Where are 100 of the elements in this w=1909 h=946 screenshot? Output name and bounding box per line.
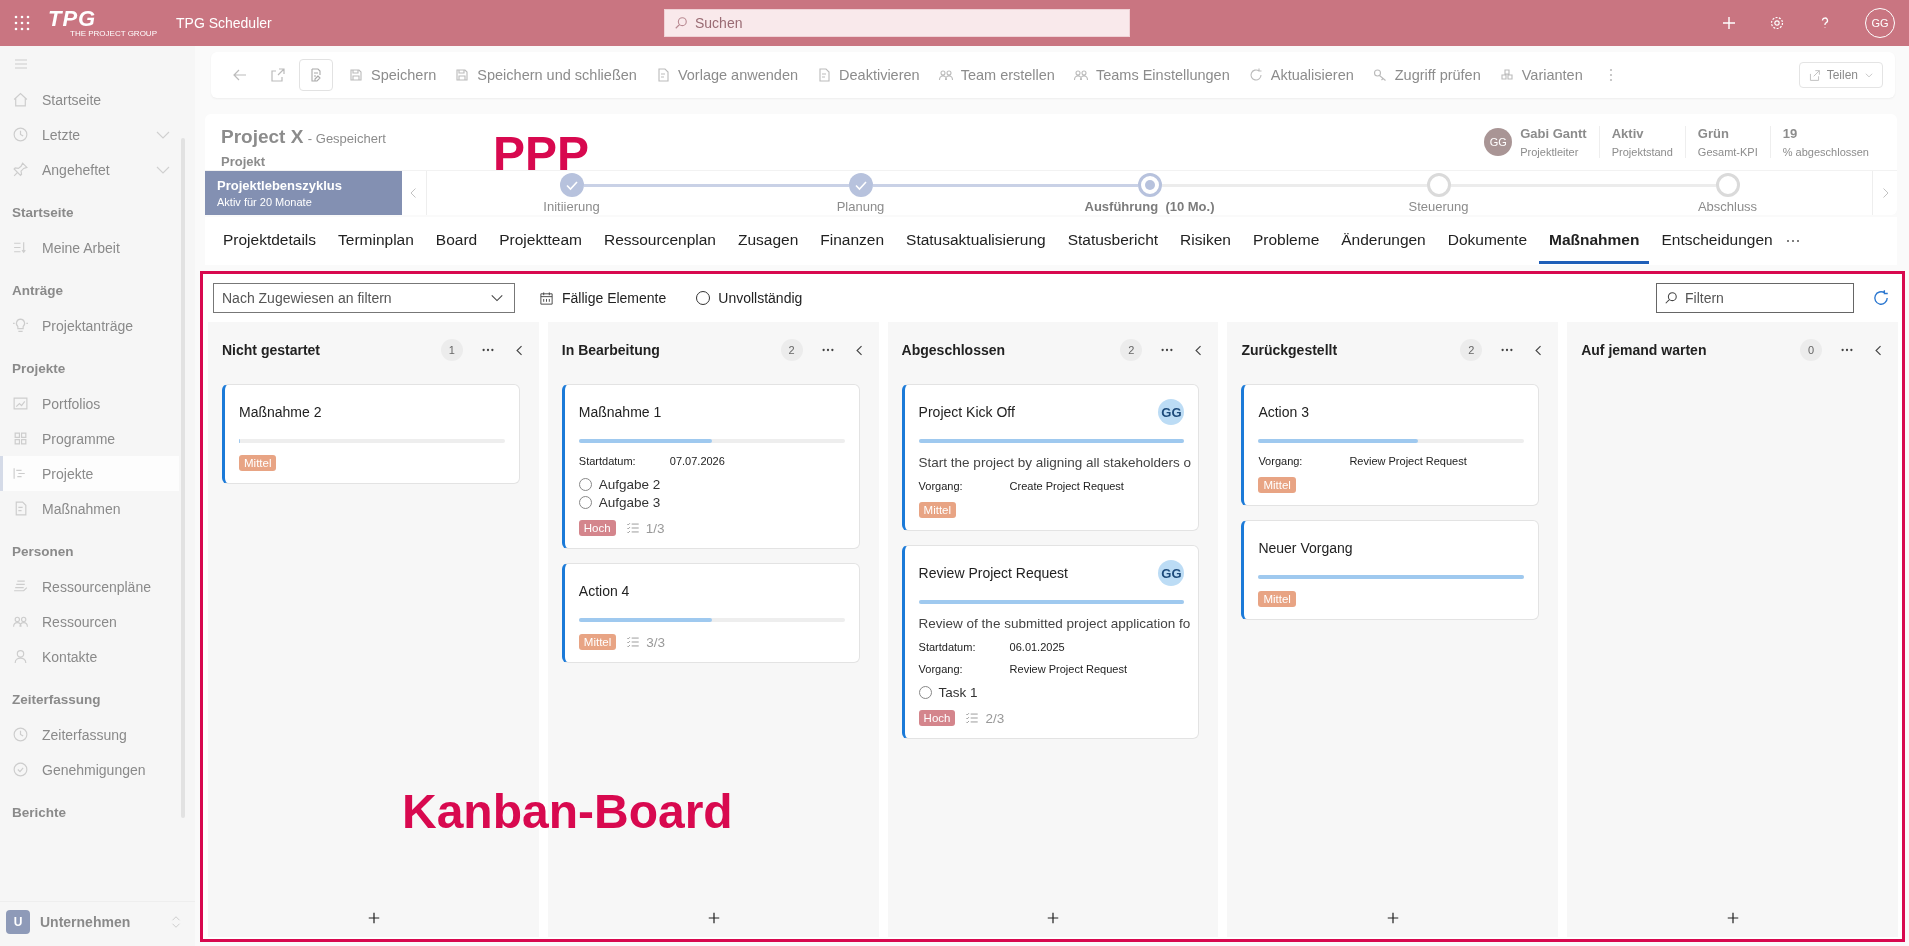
tab[interactable]: Maßnahmen bbox=[1539, 218, 1650, 264]
incomplete-toggle[interactable]: Unvollständig bbox=[690, 289, 809, 307]
tab[interactable]: Board bbox=[425, 218, 488, 264]
toolbar-button[interactable]: Speichern bbox=[341, 61, 444, 89]
tab[interactable]: Änderungen bbox=[1331, 218, 1436, 264]
stage-label[interactable]: Abschluss bbox=[1697, 199, 1758, 214]
annotation-label: PPP bbox=[493, 130, 590, 178]
column-title: In Bearbeitung bbox=[561, 342, 661, 358]
due-items-toggle[interactable]: Fällige Elemente bbox=[533, 289, 673, 307]
nav-item[interactable]: Kontakte bbox=[0, 639, 179, 674]
toolbar-button[interactable]: Aktualisieren bbox=[1240, 61, 1361, 89]
field-label: Vorgang: bbox=[1258, 455, 1304, 467]
area-switcher[interactable]: U Unternehmen bbox=[0, 901, 195, 946]
add-icon[interactable] bbox=[1726, 911, 1741, 925]
field-value: Create Project Request bbox=[1009, 480, 1124, 492]
task-card[interactable]: Maßnahme 2 Mittel bbox=[222, 384, 520, 484]
nav-item[interactable]: Genehmigungen bbox=[0, 752, 179, 787]
card-title: Project Kick Off bbox=[918, 404, 1015, 420]
stat-label: % abgeschlossen bbox=[1782, 146, 1869, 158]
field-value: 07.07.2026 bbox=[669, 455, 725, 467]
card-title: Maßnahme 1 bbox=[578, 404, 662, 420]
stage-label[interactable]: Planung bbox=[836, 199, 885, 214]
nav-item[interactable]: Angeheftet bbox=[0, 152, 179, 187]
tab[interactable]: Terminplan bbox=[328, 218, 424, 264]
share-icon bbox=[1807, 68, 1821, 82]
card-description: Review of the submitted project application fo bbox=[918, 616, 1192, 631]
toolbar-button[interactable]: Teams Einstellungen bbox=[1065, 61, 1237, 89]
toolbar-button[interactable]: Varianten bbox=[1491, 61, 1590, 89]
filter-field[interactable]: Filtern bbox=[1656, 283, 1854, 313]
tab[interactable]: Statusaktualisierung bbox=[896, 218, 1056, 264]
toolbar-button[interactable]: Team erstellen bbox=[930, 61, 1062, 89]
save-status: - Gespeichert bbox=[307, 131, 386, 146]
logo-subtitle: THE PROJECT GROUP bbox=[70, 30, 158, 38]
app-title: TPG Scheduler bbox=[176, 15, 273, 31]
tab[interactable]: Statusbericht bbox=[1057, 218, 1169, 264]
tab[interactable]: Entscheidungen bbox=[1651, 218, 1783, 264]
nav-item[interactable]: Programme bbox=[0, 421, 179, 456]
stat-value: Aktiv bbox=[1611, 126, 1645, 141]
nav-item[interactable]: Maßnahmen bbox=[0, 491, 179, 526]
nav-item[interactable]: Letzte bbox=[0, 117, 179, 152]
people-icon bbox=[937, 67, 954, 83]
tab[interactable]: Probleme bbox=[1242, 218, 1330, 264]
toolbar-button[interactable]: Deaktivieren bbox=[809, 61, 927, 89]
toolbar-button[interactable]: Speichern und schließen bbox=[447, 61, 644, 89]
column-title: Abgeschlossen bbox=[901, 342, 1007, 358]
add-icon[interactable] bbox=[366, 911, 381, 925]
task-card[interactable]: Action 3 Vorgang: Review Project Request Mittel bbox=[1241, 384, 1540, 506]
nav-section-heading: Berichte bbox=[11, 804, 68, 822]
priority-tag: Mittel bbox=[1258, 591, 1296, 607]
tab[interactable]: Zusagen bbox=[727, 218, 809, 264]
refresh-icon[interactable] bbox=[1872, 289, 1890, 307]
add-icon[interactable] bbox=[1046, 911, 1061, 925]
owner-role: Projektleiter bbox=[1520, 146, 1580, 158]
add-icon[interactable] bbox=[1386, 911, 1401, 925]
tab[interactable]: Ressourcenplan bbox=[593, 218, 726, 264]
stage-label[interactable]: Ausführung (10 Mo.) bbox=[1084, 199, 1215, 214]
count-badge: 2 bbox=[1120, 339, 1143, 361]
nav-section-heading: Anträge bbox=[11, 282, 64, 300]
checklist-icon bbox=[625, 521, 640, 535]
settings-icon[interactable] bbox=[1769, 15, 1785, 31]
task-card[interactable]: Neuer Vorgang Mittel bbox=[1241, 520, 1540, 620]
nav-item[interactable]: Meine Arbeit bbox=[0, 230, 179, 265]
search-field[interactable]: Suchen bbox=[664, 9, 1130, 37]
nav-item[interactable]: Startseite bbox=[0, 82, 179, 117]
assignee-filter-dropdown[interactable]: Nach Zugewiesen an filtern bbox=[213, 283, 515, 313]
priority-tag: Mittel bbox=[578, 634, 617, 650]
priority-tag: Mittel bbox=[918, 502, 957, 518]
toolbar-button[interactable]: Vorlage anwenden bbox=[647, 61, 806, 89]
task-card[interactable]: Project Kick Off GG Start the project by aligning all stakeholders o Vorgang: Create Project Request Mittel bbox=[901, 384, 1200, 531]
nav-item[interactable]: Ressourcenpläne bbox=[0, 569, 179, 604]
chart-icon bbox=[12, 395, 29, 412]
nav-item[interactable]: Projekte bbox=[0, 456, 179, 491]
stage-label[interactable]: Initiierung bbox=[543, 199, 600, 214]
search-icon bbox=[674, 16, 688, 30]
tab[interactable]: Projektteam bbox=[489, 218, 592, 264]
tab[interactable]: Dokumente bbox=[1437, 218, 1537, 264]
assignee-avatar: GG bbox=[1158, 399, 1185, 425]
key-icon bbox=[1371, 67, 1388, 83]
save-icon bbox=[348, 67, 364, 83]
stat-label: Gesamt-KPI bbox=[1697, 146, 1758, 158]
nav-item[interactable]: Zeiterfassung bbox=[0, 717, 179, 752]
nav-item[interactable]: Projektanträge bbox=[0, 308, 179, 343]
entity-type: Projekt bbox=[221, 154, 267, 169]
priority-tag: Mittel bbox=[1258, 477, 1296, 493]
app-launcher-icon[interactable] bbox=[14, 15, 30, 31]
count-badge: 2 bbox=[780, 339, 803, 361]
field-value: Review Project Request bbox=[1009, 663, 1127, 675]
stage-label[interactable]: Steuerung bbox=[1408, 199, 1469, 214]
tab[interactable]: Finanzen bbox=[810, 218, 895, 264]
nav-item[interactable]: Portfolios bbox=[0, 386, 179, 421]
nav-item[interactable]: Ressourcen bbox=[0, 604, 179, 639]
add-icon[interactable] bbox=[706, 911, 721, 925]
tab[interactable]: Projektdetails bbox=[213, 218, 327, 264]
share-button[interactable]: Teilen bbox=[1798, 62, 1883, 88]
bulb-icon bbox=[12, 317, 29, 334]
field-value: 06.01.2025 bbox=[1009, 641, 1065, 653]
toolbar-button[interactable]: Zugriff prüfen bbox=[1364, 61, 1488, 89]
card-title: Action 3 bbox=[1258, 404, 1309, 420]
card-title: Neuer Vorgang bbox=[1258, 540, 1353, 556]
tab[interactable]: Risiken bbox=[1170, 218, 1241, 264]
